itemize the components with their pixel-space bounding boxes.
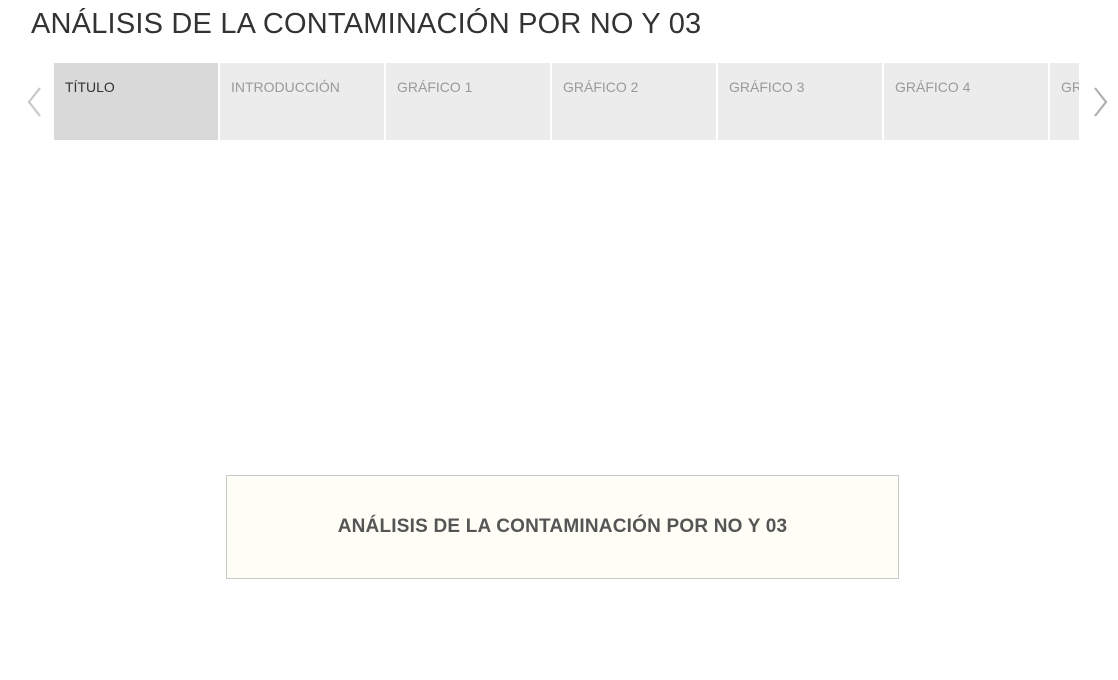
chevron-right-icon[interactable]	[1090, 86, 1110, 118]
story-point-label: GRÁFICO 2	[563, 79, 639, 95]
chevron-left-icon[interactable]	[25, 86, 45, 118]
story-page: ANÁLISIS DE LA CONTAMINACIÓN POR NO Y 03…	[0, 0, 1118, 680]
story-point-label: GRÁFICO 3	[729, 79, 805, 95]
story-point-label: GRÁFICO 1	[397, 79, 473, 95]
story-point-label: TÍTULO	[65, 79, 115, 95]
story-point-tab[interactable]: GRÁFICO 2	[552, 63, 716, 140]
story-point-tab[interactable]: GRÁFICO 4	[884, 63, 1048, 140]
story-caption-text: ANÁLISIS DE LA CONTAMINACIÓN POR NO Y 03	[337, 516, 788, 537]
story-navigator: TÍTULO INTRODUCCIÓN GRÁFICO 1 GRÁFICO 2 …	[54, 63, 1079, 140]
story-point-tab[interactable]: TÍTULO	[54, 63, 218, 140]
story-point-tab[interactable]: GRÁFICO 5	[1050, 63, 1079, 140]
story-point-label: GRÁFICO 5	[1061, 79, 1079, 95]
story-caption-box: ANÁLISIS DE LA CONTAMINACIÓN POR NO Y 03	[226, 475, 899, 579]
story-points-track: TÍTULO INTRODUCCIÓN GRÁFICO 1 GRÁFICO 2 …	[54, 63, 1079, 140]
story-point-tab[interactable]: INTRODUCCIÓN	[220, 63, 384, 140]
story-point-tab[interactable]: GRÁFICO 1	[386, 63, 550, 140]
story-point-label: INTRODUCCIÓN	[231, 79, 340, 95]
story-point-label: GRÁFICO 4	[895, 79, 971, 95]
story-title: ANÁLISIS DE LA CONTAMINACIÓN POR NO Y 03	[31, 8, 702, 40]
story-point-tab[interactable]: GRÁFICO 3	[718, 63, 882, 140]
